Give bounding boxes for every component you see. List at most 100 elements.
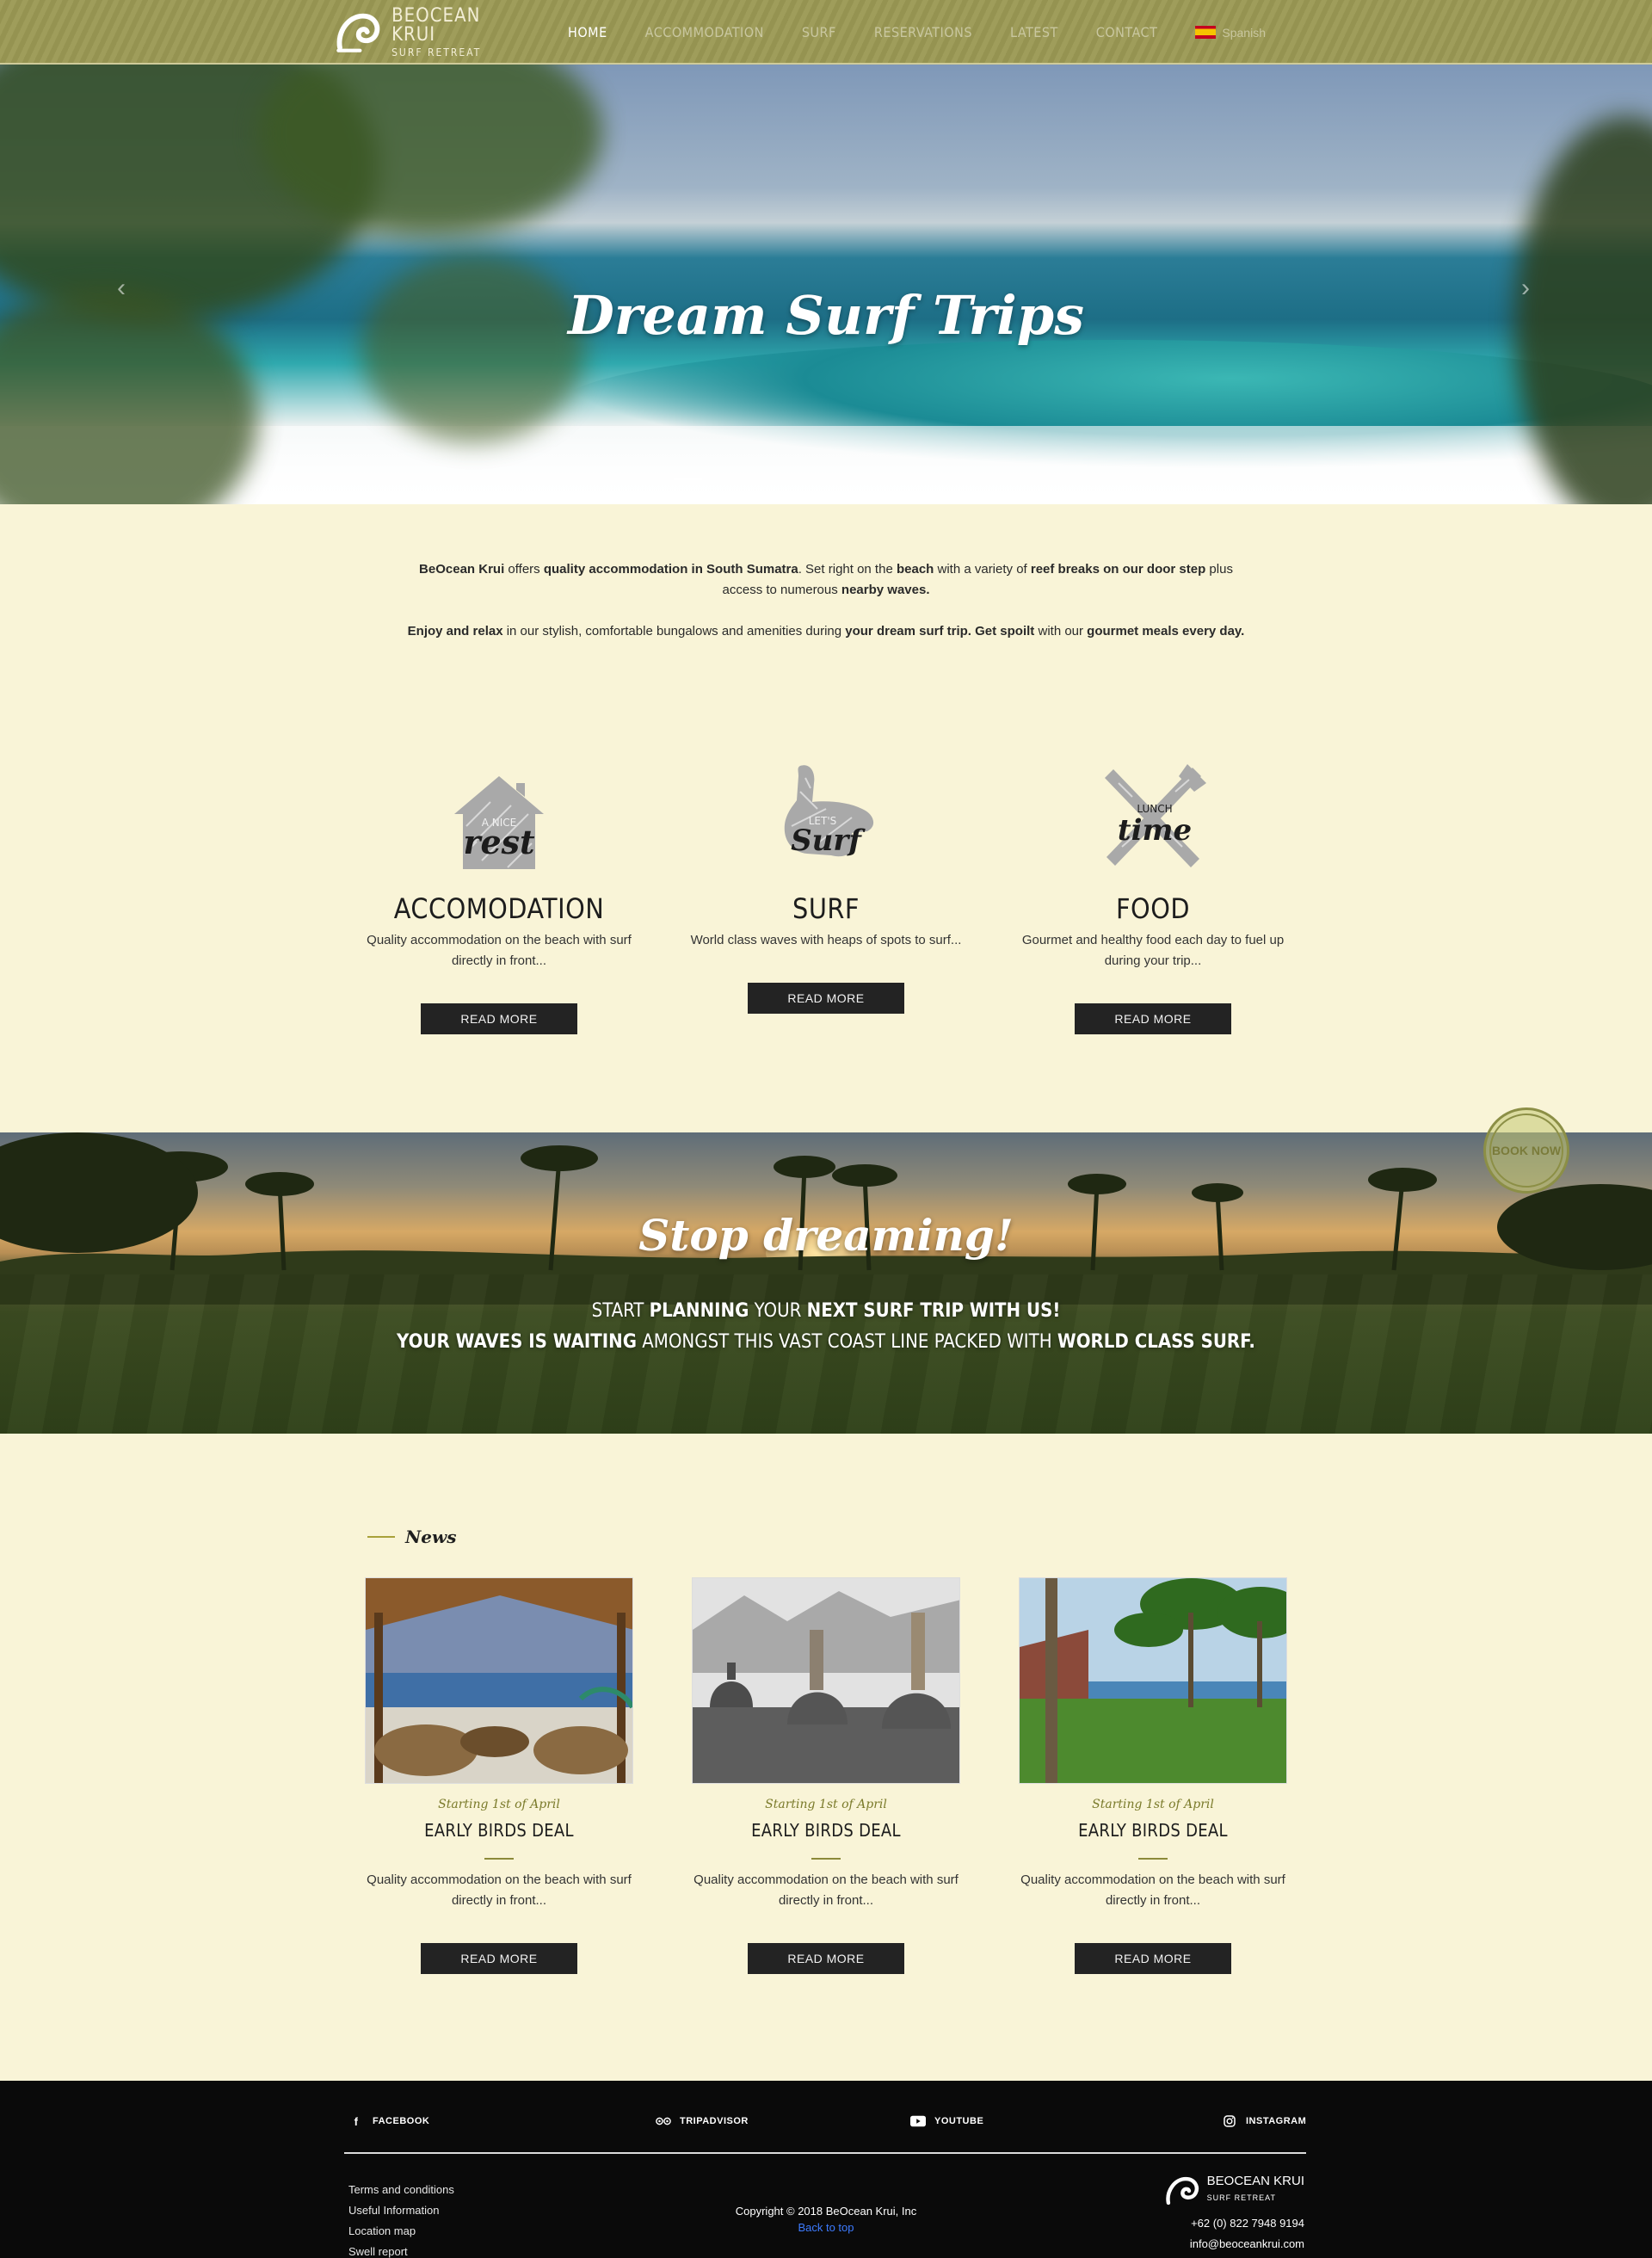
read-more-button[interactable]: READ MORE (421, 1003, 577, 1034)
gazebo-photo (366, 1578, 632, 1783)
intro-text-run: nearby waves. (841, 583, 930, 597)
news-card-title[interactable]: EARLY BIRDS DEAL (680, 1820, 972, 1841)
intro-text-run: in our stylish, comfortable bungalows an… (502, 624, 846, 639)
slider-pagination (674, 478, 981, 480)
read-more-button[interactable]: READ MORE (421, 1943, 577, 1974)
footer-logo[interactable]: BEOCEAN KRUI SURF RETREAT (1144, 2174, 1304, 2208)
site-logo[interactable]: BEOCEAN KRUI SURF RETREAT (336, 6, 508, 58)
main-nav: HOME ACCOMMODATION SURF RESERVATIONS LAT… (568, 0, 1266, 65)
footer-logo-name: BEOCEAN KRUI (1206, 2173, 1304, 2188)
news-card: Starting 1st of April EARLY BIRDS DEAL Q… (353, 1577, 645, 1974)
nav-home[interactable]: HOME (568, 24, 607, 40)
youtube-link[interactable]: YOUTUBE (910, 2115, 983, 2127)
copyright-text: Copyright © 2018 BeOcean Krui, Inc (735, 2205, 917, 2218)
site-header: BEOCEAN KRUI SURF RETREAT HOME ACCOMMODA… (0, 0, 1652, 65)
slider-prev-arrow-icon[interactable]: ‹ (117, 274, 126, 303)
slider-dot[interactable] (891, 478, 919, 480)
banner-text-run: START (591, 1300, 650, 1322)
footer-contact: BEOCEAN KRUI SURF RETREAT +62 (0) 822 79… (1144, 2174, 1304, 2255)
social-label: FACEBOOK (373, 2116, 430, 2126)
slider-dot[interactable] (674, 478, 702, 480)
news-heading: News (367, 1527, 456, 1547)
footer-link-useful-info[interactable]: Useful Information (348, 2200, 454, 2221)
back-to-top-link[interactable]: Back to top (654, 2219, 998, 2236)
slider-dot[interactable] (767, 478, 795, 480)
slider-dot[interactable] (736, 478, 764, 480)
feature-text: Gourmet and healthy food each day to fue… (1021, 933, 1285, 968)
footer-copyright: Copyright © 2018 BeOcean Krui, Inc Back … (654, 2203, 998, 2236)
intro-text-run: Enjoy and relax (407, 624, 503, 639)
intro-text-run: offers (504, 562, 544, 577)
news-card-title[interactable]: EARLY BIRDS DEAL (1007, 1820, 1299, 1841)
feature-surf: LET'S Surf SURF World class waves with h… (680, 757, 972, 1014)
temple-photo (693, 1578, 959, 1783)
read-more-button[interactable]: READ MORE (748, 983, 904, 1014)
banner-text-run: YOUR WAVES IS WAITING (397, 1331, 637, 1353)
banner-title: Stop dreaming! (638, 1210, 1014, 1261)
banner-text-run: NEXT SURF TRIP WITH US! (806, 1300, 1061, 1322)
read-more-button[interactable]: READ MORE (748, 1943, 904, 1974)
wave-logo-icon (336, 13, 380, 52)
wave-logo-icon (1165, 2176, 1199, 2206)
book-now-badge[interactable]: BOOK NOW (1483, 1107, 1569, 1194)
read-more-button[interactable]: READ MORE (1075, 1943, 1231, 1974)
art-word: time (1118, 813, 1192, 848)
logo-wordmark: BEOCEAN KRUI SURF RETREAT (391, 4, 508, 58)
news-image-temple[interactable] (692, 1577, 960, 1784)
footer-link-swell-report[interactable]: Swell report (348, 2242, 454, 2258)
intro-text-run: quality accommodation in South Sumatra (543, 562, 798, 577)
read-more-button[interactable]: READ MORE (1075, 1003, 1231, 1034)
hero-title: Dream Surf Trips (567, 284, 1085, 347)
news-card: Starting 1st of April EARLY BIRDS DEAL Q… (1007, 1577, 1299, 1974)
news-title: News (405, 1527, 457, 1547)
feature-text: Quality accommodation on the beach with … (367, 933, 632, 968)
slider-dot[interactable] (922, 478, 950, 480)
slider-dot[interactable] (798, 478, 826, 480)
nav-accommodation[interactable]: ACCOMMODATION (645, 24, 764, 40)
tripadvisor-icon (656, 2115, 671, 2127)
social-label: YOUTUBE (934, 2116, 984, 2126)
slider-next-arrow-icon[interactable]: › (1521, 274, 1530, 303)
logo-name: BEOCEAN KRUI (391, 4, 481, 46)
house-rest-icon: A NICE rest (454, 776, 544, 869)
foreground-leaves (361, 254, 585, 443)
slider-dot[interactable] (952, 478, 981, 480)
footer-email[interactable]: info@beoceankrui.com (1144, 2234, 1304, 2255)
slider-dot[interactable] (705, 478, 733, 480)
tripadvisor-link[interactable]: TRIPADVISOR (656, 2115, 749, 2127)
nav-latest[interactable]: LATEST (1010, 24, 1058, 40)
card-rule (1138, 1858, 1168, 1860)
nav-contact[interactable]: CONTACT (1096, 24, 1158, 40)
intro-paragraph: BeOcean Krui offers quality accommodatio… (404, 559, 1248, 601)
art-word: Surf (791, 824, 866, 858)
feature-food: LUNCH time FOOD Gourmet and healthy food… (1007, 757, 1299, 1034)
footer-phone[interactable]: +62 (0) 822 7948 9194 (1144, 2213, 1304, 2234)
news-date: Starting 1st of April (1092, 1798, 1214, 1811)
art-word: rest (463, 823, 535, 861)
intro-text-run: with our (1034, 624, 1088, 639)
news-image-gazebo[interactable] (365, 1577, 633, 1784)
heading-rule (367, 1536, 395, 1538)
intro-text-run: with a variety of (934, 562, 1031, 577)
news-date: Starting 1st of April (765, 1798, 887, 1811)
slider-dot[interactable] (829, 478, 857, 480)
footer-link-location-map[interactable]: Location map (348, 2221, 454, 2242)
banner-line: YOUR WAVES IS WAITING AMONGST THIS VAST … (0, 1327, 1652, 1358)
language-switcher[interactable]: Spanish (1195, 26, 1266, 40)
footer-link-terms[interactable]: Terms and conditions (348, 2180, 454, 2200)
news-card-title[interactable]: EARLY BIRDS DEAL (353, 1820, 645, 1841)
instagram-icon (1222, 2115, 1237, 2127)
nav-surf[interactable]: SURF (802, 24, 836, 40)
feature-title: FOOD (1115, 892, 1191, 925)
nav-reservations[interactable]: RESERVATIONS (874, 24, 972, 40)
footer-logo-tagline: SURF RETREAT (1206, 2193, 1276, 2202)
news-card: Starting 1st of April EARLY BIRDS DEAL Q… (680, 1577, 972, 1974)
intro-text-run: BeOcean Krui (419, 562, 505, 577)
bungalow-photo (1020, 1578, 1286, 1783)
slider-dot[interactable] (860, 478, 888, 480)
facebook-link[interactable]: f FACEBOOK (348, 2115, 430, 2128)
news-image-bungalow[interactable] (1019, 1577, 1287, 1784)
footer-links: Terms and conditions Useful Information … (348, 2180, 454, 2258)
instagram-link[interactable]: INSTAGRAM (1222, 2115, 1306, 2127)
hero-slider: Dream Surf Trips ‹ › (0, 65, 1652, 504)
